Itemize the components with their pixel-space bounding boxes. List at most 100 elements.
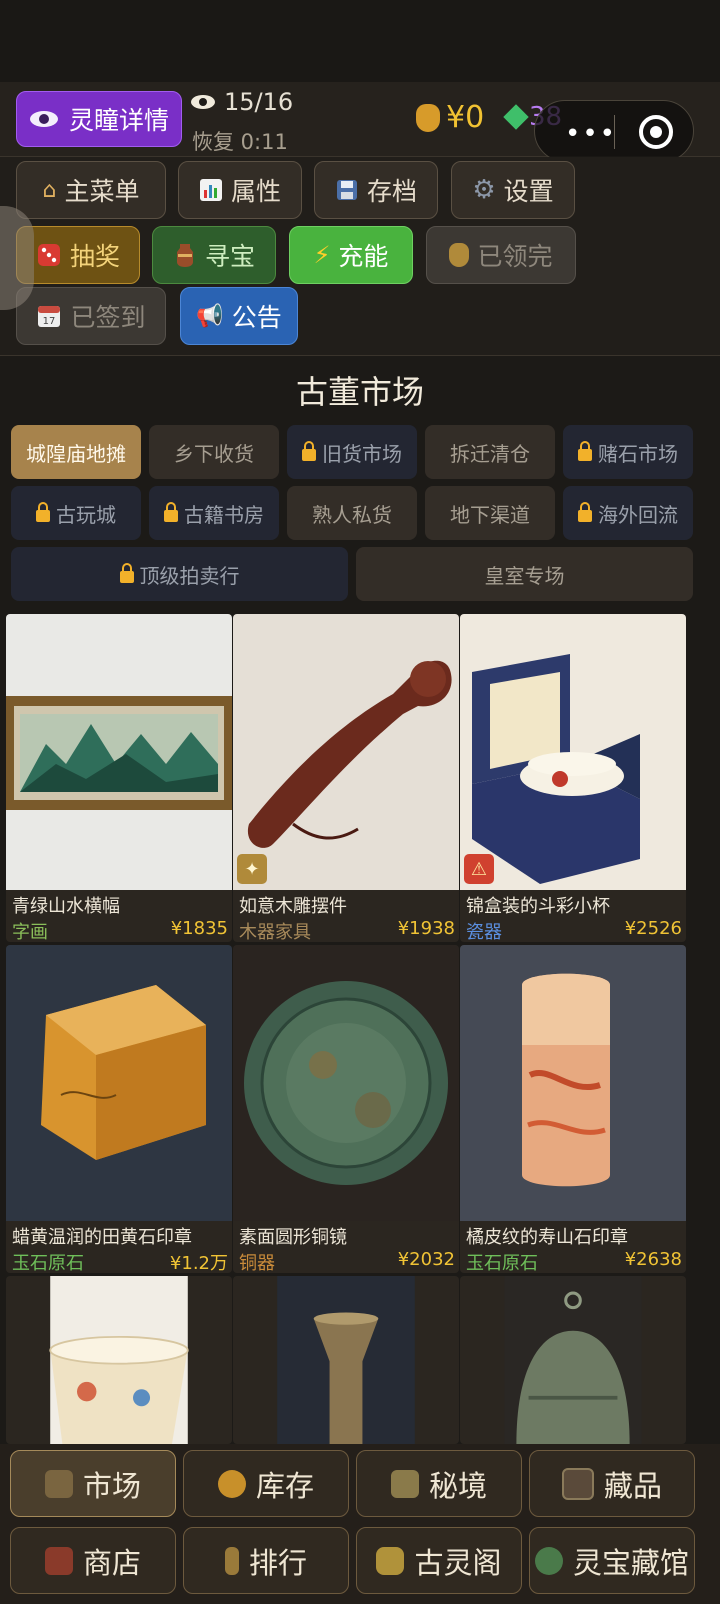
floppy-disk-icon	[336, 180, 357, 200]
item-category: 铜器	[239, 1253, 275, 1273]
eye-count: 15/16	[224, 88, 294, 116]
signed-in-label: 已签到	[70, 303, 146, 332]
megaphone-icon: 📢	[196, 303, 224, 329]
ornament-icon	[376, 1546, 405, 1575]
tab-label: 顶级拍卖行	[139, 563, 240, 588]
close-miniprogram-icon[interactable]	[639, 115, 673, 149]
lock-icon	[578, 502, 592, 522]
item-name: 橘皮纹的寿山石印章	[466, 1227, 628, 1248]
item-image-bronze-mirror	[233, 945, 459, 1221]
recover-timer: 恢复 0:11	[192, 130, 288, 154]
status-bar	[0, 0, 720, 82]
nav-pavilion-button[interactable]: 古灵阁	[356, 1527, 522, 1594]
tab-overseas-return[interactable]: 海外回流	[563, 486, 693, 540]
nav-museum-button[interactable]: 灵宝藏馆	[529, 1527, 695, 1594]
market-stall-icon	[44, 1469, 73, 1498]
signed-in-button[interactable]: 17 已签到	[16, 287, 166, 345]
lottery-label: 抽奖	[69, 242, 120, 271]
lock-icon	[302, 441, 316, 461]
lingtong-detail-label: 灵瞳详情	[68, 106, 169, 135]
tab-antique-city[interactable]: 古玩城	[11, 486, 141, 540]
claimed-button[interactable]: 已领完	[426, 226, 576, 284]
tab-demolition-clearance[interactable]: 拆迁清仓	[425, 425, 555, 479]
attributes-button[interactable]: 属性	[178, 161, 302, 219]
nav-shop-label: 商店	[82, 1545, 141, 1580]
charge-label: 充能	[338, 242, 389, 271]
treasure-hunt-button[interactable]: 寻宝	[152, 226, 276, 284]
settings-button[interactable]: ⚙ 设置	[451, 161, 575, 219]
item-name: 锦盒装的斗彩小杯	[466, 896, 610, 917]
more-icon[interactable]: •••	[565, 119, 617, 149]
announcement-button[interactable]: 📢 公告	[180, 287, 298, 345]
miniprogram-capsule: •••	[534, 100, 694, 162]
trophy-icon	[224, 1546, 239, 1575]
capsule-divider	[614, 115, 615, 149]
tab-label: 皇室专场	[484, 563, 565, 588]
side-drawer-handle[interactable]	[0, 206, 34, 310]
nav-ranking-button[interactable]: 排行	[183, 1527, 349, 1594]
bar-chart-icon	[199, 179, 222, 201]
tab-flea-market[interactable]: 旧货市场	[287, 425, 417, 479]
jade-orb-icon	[534, 1546, 563, 1575]
item-image-tianhuang-seal	[6, 945, 232, 1221]
tab-top-auction[interactable]: 顶级拍卖行	[11, 547, 348, 601]
item-card[interactable]	[460, 1276, 686, 1444]
item-name: 素面圆形铜镜	[239, 1227, 347, 1248]
svg-text:17: 17	[43, 316, 56, 327]
tab-ancient-books[interactable]: 古籍书房	[149, 486, 279, 540]
item-price: ¥2032	[397, 1249, 455, 1270]
item-card[interactable]	[233, 1276, 459, 1444]
item-name: 青绿山水横幅	[12, 896, 120, 917]
main-menu-button[interactable]: ⌂ 主菜单	[16, 161, 166, 219]
nav-collection-button[interactable]: 藏品	[529, 1450, 695, 1517]
item-card[interactable]: ⚠ 锦盒装的斗彩小杯 瓷器 ¥2526	[460, 614, 686, 942]
nav-secret-realm-button[interactable]: 秘境	[356, 1450, 522, 1517]
tab-label: 赌石市场	[598, 441, 678, 466]
money-bag-icon	[416, 103, 440, 132]
cabinet-icon	[561, 1467, 594, 1500]
nav-market-button[interactable]: 市场	[10, 1450, 176, 1517]
lock-icon	[36, 502, 50, 522]
lottery-button[interactable]: 抽奖	[16, 226, 140, 284]
item-card[interactable]: 青绿山水横幅 字画 ¥1835	[6, 614, 232, 942]
tab-private-goods[interactable]: 熟人私货	[287, 486, 417, 540]
gem-icon	[503, 104, 529, 130]
tab-label: 地下渠道	[450, 502, 530, 527]
item-category: 字画	[12, 922, 48, 942]
tab-chenghuangmiao[interactable]: 城隍庙地摊	[11, 425, 141, 479]
item-price: ¥1835	[170, 918, 228, 939]
item-image-bronze-vase	[277, 1276, 415, 1444]
tab-label: 古玩城	[56, 502, 116, 527]
tab-royal-session[interactable]: 皇室专场	[356, 547, 693, 601]
treasure-pile-icon	[217, 1469, 246, 1498]
item-card[interactable]	[6, 1276, 232, 1444]
money-amount: ¥0	[446, 100, 485, 135]
item-category: 玉石原石	[466, 1253, 538, 1273]
attributes-label: 属性	[230, 177, 281, 206]
item-price: ¥1.2万	[169, 1253, 228, 1273]
treasure-hunt-label: 寻宝	[204, 242, 255, 271]
item-card[interactable]: ✦ 如意木雕摆件 木器家具 ¥1938	[233, 614, 459, 942]
tab-label: 拆迁清仓	[450, 441, 530, 466]
tab-label: 乡下收货	[174, 441, 254, 466]
settings-label: 设置	[503, 177, 554, 206]
nav-secret-realm-label: 秘境	[428, 1468, 487, 1503]
tab-label: 熟人私货	[312, 502, 392, 527]
item-price: ¥2526	[624, 918, 682, 939]
tab-underground[interactable]: 地下渠道	[425, 486, 555, 540]
main-menu-label: 主菜单	[64, 177, 140, 206]
item-image-shoushan-seal	[460, 945, 686, 1221]
lingtong-detail-button[interactable]: 灵瞳详情	[16, 91, 182, 147]
tab-countryside[interactable]: 乡下收货	[149, 425, 279, 479]
item-card[interactable]: 橘皮纹的寿山石印章 玉石原石 ¥2638	[460, 945, 686, 1273]
nav-museum-label: 灵宝藏馆	[572, 1545, 689, 1580]
nav-inventory-button[interactable]: 库存	[183, 1450, 349, 1517]
tab-stone-gambling[interactable]: 赌石市场	[563, 425, 693, 479]
item-card[interactable]: 蜡黄温润的田黄石印章 玉石原石 ¥1.2万	[6, 945, 232, 1273]
nav-shop-button[interactable]: 商店	[10, 1527, 176, 1594]
save-button[interactable]: 存档	[314, 161, 438, 219]
dragon-icon	[390, 1469, 419, 1498]
item-card[interactable]: 素面圆形铜镜 铜器 ¥2032	[233, 945, 459, 1273]
eye-icon	[29, 111, 58, 127]
charge-button[interactable]: ⚡ 充能	[289, 226, 413, 284]
